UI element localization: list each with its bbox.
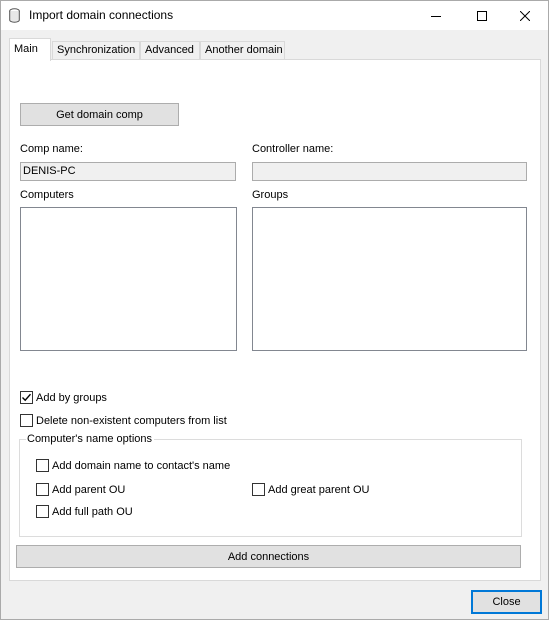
controller-name-field[interactable] (252, 162, 527, 181)
delete-nonexistent-label: Delete non-existent computers from list (36, 414, 227, 427)
add-great-parent-ou-label: Add great parent OU (268, 483, 370, 496)
checkbox-unchecked[interactable] (36, 505, 49, 518)
get-domain-comp-button[interactable]: Get domain comp (20, 103, 179, 126)
add-connections-button[interactable]: Add connections (16, 545, 521, 568)
groups-list[interactable] (252, 207, 527, 351)
controller-name-label: Controller name: (252, 143, 334, 155)
add-by-groups-label: Add by groups (36, 391, 107, 404)
computers-label: Computers (20, 189, 74, 201)
add-by-groups-checkbox[interactable]: Add by groups (20, 391, 107, 404)
checkbox-checked[interactable] (20, 391, 33, 404)
panel-content: Get domain comp Comp name: DENIS-PC Cont… (1, 1, 549, 620)
add-domain-name-checkbox[interactable]: Add domain name to contact's name (36, 459, 230, 472)
groups-label: Groups (252, 189, 289, 201)
checkbox-unchecked[interactable] (252, 483, 265, 496)
checkbox-unchecked[interactable] (36, 459, 49, 472)
comp-name-label: Comp name: (20, 143, 83, 155)
add-great-parent-ou-checkbox[interactable]: Add great parent OU (252, 483, 370, 496)
add-domain-name-label: Add domain name to contact's name (52, 459, 231, 472)
add-parent-ou-checkbox[interactable]: Add parent OU (36, 483, 125, 496)
add-full-path-ou-checkbox[interactable]: Add full path OU (36, 505, 133, 518)
delete-nonexistent-checkbox[interactable]: Delete non-existent computers from list (20, 414, 227, 427)
checkbox-unchecked[interactable] (20, 414, 33, 427)
add-full-path-ou-label: Add full path OU (52, 505, 133, 518)
group-title: Computer's name options (26, 433, 154, 445)
checkbox-unchecked[interactable] (36, 483, 49, 496)
import-domain-connections-window: Import domain connections Main Synchroni… (0, 0, 549, 620)
add-parent-ou-label: Add parent OU (52, 483, 126, 496)
comp-name-field[interactable]: DENIS-PC (20, 162, 236, 181)
computers-list[interactable] (20, 207, 237, 351)
close-button[interactable]: Close (471, 590, 542, 614)
checkmark-icon (22, 393, 32, 402)
